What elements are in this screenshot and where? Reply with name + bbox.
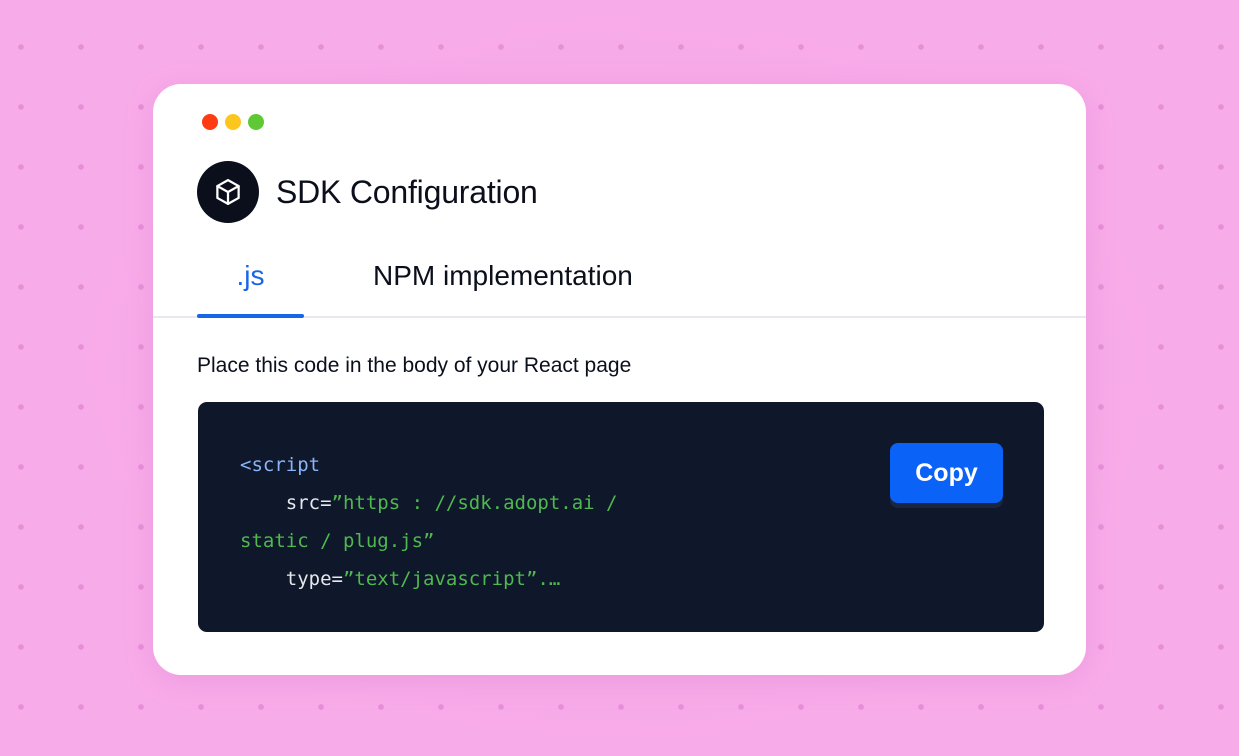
window-controls	[202, 114, 264, 130]
code-value-type: ”text/javascript”.…	[342, 568, 561, 590]
active-tab-indicator	[197, 314, 304, 318]
sdk-config-window: SDK Configuration .js NPM implementation…	[153, 84, 1086, 675]
code-value-src-cont: static / plug.js”	[240, 530, 435, 552]
code-value-src: ”https : //sdk.adopt.ai /	[331, 492, 618, 514]
code-block: <script src=”https : //sdk.adopt.ai / st…	[198, 402, 1044, 632]
close-window-dot[interactable]	[202, 114, 218, 130]
tab-bar: .js NPM implementation	[153, 246, 1086, 318]
header: SDK Configuration	[197, 161, 538, 223]
minimize-window-dot[interactable]	[225, 114, 241, 130]
page-title: SDK Configuration	[276, 173, 538, 210]
cube-icon	[197, 161, 259, 223]
code-tag: <script	[240, 454, 321, 476]
code-snippet[interactable]: <script src=”https : //sdk.adopt.ai / st…	[240, 446, 618, 598]
maximize-window-dot[interactable]	[248, 114, 264, 130]
tab-js[interactable]: .js	[197, 260, 304, 292]
code-attr-src: src=	[240, 492, 332, 514]
instructions-text: Place this code in the body of your Reac…	[197, 354, 632, 377]
tab-npm-implementation[interactable]: NPM implementation	[373, 260, 633, 292]
copy-button[interactable]: Copy	[890, 443, 1003, 503]
code-attr-type: type=	[240, 568, 343, 590]
